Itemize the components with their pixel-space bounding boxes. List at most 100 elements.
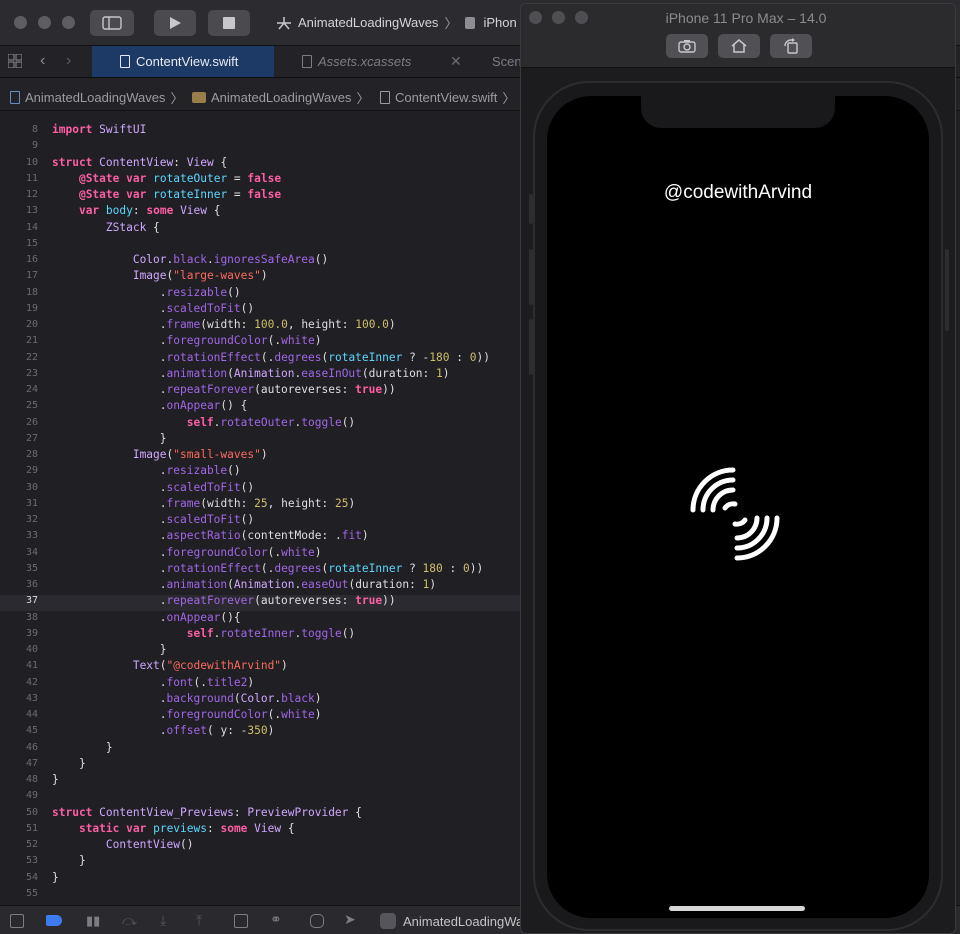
step-over-icon[interactable]: ⤼ — [122, 912, 137, 929]
line-number: 25 — [25, 400, 38, 412]
forward-arrow-icon[interactable]: › — [66, 52, 71, 70]
code-line[interactable]: .scaledToFit() — [52, 512, 254, 528]
run-button[interactable] — [154, 10, 196, 36]
close-window-button[interactable] — [14, 16, 27, 29]
line-number: 9 — [31, 140, 38, 152]
code-line[interactable]: ZStack { — [52, 220, 160, 236]
code-line[interactable]: import SwiftUI — [52, 122, 146, 138]
iphone-screen[interactable]: @codewithArvind — [547, 96, 929, 918]
location-icon[interactable]: ➤ — [344, 911, 356, 928]
code-line[interactable]: self.rotateOuter.toggle() — [52, 415, 355, 431]
code-line[interactable]: .scaledToFit() — [52, 301, 254, 317]
code-line[interactable]: self.rotateInner.toggle() — [52, 626, 355, 642]
line-number: 32 — [25, 514, 38, 525]
code-line[interactable]: } — [52, 772, 59, 788]
line-number: 45 — [25, 725, 38, 737]
line-number: 49 — [25, 790, 38, 802]
line-number: 15 — [25, 237, 38, 249]
simulator-title-bar: iPhone 11 Pro Max – 14.0 — [521, 4, 955, 68]
code-line[interactable]: struct ContentView_Previews: PreviewProv… — [52, 805, 362, 821]
grid-view-icon[interactable] — [7, 53, 23, 73]
code-line[interactable]: .repeatForever(autoreverses: true)) — [52, 382, 396, 398]
code-line[interactable]: ContentView() — [52, 837, 194, 853]
code-line[interactable]: } — [52, 853, 86, 869]
code-line[interactable]: .foregroundColor(.white) — [52, 545, 322, 561]
code-line[interactable]: .font(.title2) — [52, 675, 254, 691]
code-editor[interactable]: 8 9 10 11 12 13 14 15 16 17 18 19 20 21 22 23 24 25 26 27 28… — [0, 112, 528, 904]
back-arrow-icon[interactable]: ‹ — [40, 52, 45, 70]
stop-button[interactable] — [208, 10, 250, 36]
code-line[interactable]: } — [52, 870, 59, 886]
code-line[interactable]: .repeatForever(autoreverses: true)) — [52, 593, 396, 609]
tab-assets-xcassets[interactable]: Assets.xcassets — [274, 46, 440, 77]
close-tab-icon[interactable]: ✕ — [450, 53, 462, 70]
tab-contentview-swift[interactable]: ContentView.swift — [92, 46, 274, 77]
code-line[interactable]: } — [52, 642, 167, 658]
memory-graph-icon[interactable]: ⚭ — [270, 911, 282, 928]
code-line[interactable]: } — [52, 740, 113, 756]
home-indicator[interactable] — [669, 906, 805, 911]
pause-icon[interactable]: ▮▮ — [86, 913, 100, 929]
breadcrumb-project[interactable]: AnimatedLoadingWaves 〉 — [10, 88, 183, 107]
step-out-icon[interactable]: ⤒ — [196, 912, 202, 929]
code-line[interactable]: Text("@codewithArvind") — [52, 658, 288, 674]
navigator-toggle-button[interactable] — [90, 10, 134, 36]
code-line[interactable]: .rotationEffect(.degrees(rotateInner ? -… — [52, 350, 490, 366]
home-icon — [731, 39, 747, 53]
tab-label: Scen — [492, 54, 522, 69]
code-line[interactable]: .foregroundColor(.white) — [52, 707, 322, 723]
close-window-button[interactable] — [529, 11, 542, 24]
code-line[interactable]: .resizable() — [52, 463, 241, 479]
code-line[interactable]: .animation(Animation.easeInOut(duration:… — [52, 366, 450, 382]
view-hierarchy-icon[interactable] — [234, 914, 248, 928]
minimize-window-button[interactable] — [38, 16, 51, 29]
home-button[interactable] — [718, 34, 760, 58]
code-line[interactable]: static var previews: some View { — [52, 821, 295, 837]
code-line[interactable]: .frame(width: 25, height: 25) — [52, 496, 355, 512]
tab-scene[interactable]: Scen — [464, 46, 524, 77]
code-line[interactable]: struct ContentView: View { — [52, 155, 227, 171]
code-line[interactable]: .scaledToFit() — [52, 480, 254, 496]
breakpoints-icon[interactable] — [46, 915, 62, 926]
code-line[interactable]: Image("large-waves") — [52, 268, 268, 284]
environment-overrides-icon[interactable] — [310, 914, 324, 928]
line-number: 20 — [25, 319, 38, 330]
code-line[interactable]: Color.black.ignoresSafeArea() — [52, 252, 328, 268]
screenshot-button[interactable] — [666, 34, 708, 58]
line-number: 46 — [25, 741, 38, 753]
project-icon — [10, 91, 20, 104]
code-line[interactable]: .foregroundColor(.white) — [52, 333, 322, 349]
line-number: 35 — [25, 562, 38, 574]
code-line[interactable]: @State var rotateInner = false — [52, 187, 281, 203]
code-line[interactable]: @State var rotateOuter = false — [52, 171, 281, 187]
code-line[interactable]: .frame(width: 100.0, height: 100.0) — [52, 317, 396, 333]
code-line[interactable]: .onAppear(){ — [52, 610, 241, 626]
sidebar-icon — [102, 16, 122, 30]
code-line[interactable]: .offset( y: -350) — [52, 723, 275, 739]
code-line[interactable]: .rotationEffect(.degrees(rotateInner ? 1… — [52, 561, 483, 577]
code-line[interactable]: .background(Color.black) — [52, 691, 322, 707]
line-number: 48 — [25, 774, 38, 785]
code-line[interactable]: Image("small-waves") — [52, 447, 268, 463]
code-line[interactable]: .onAppear() { — [52, 398, 248, 414]
code-line[interactable]: } — [52, 431, 167, 447]
code-line[interactable]: } — [52, 756, 86, 772]
chevron-right-icon: 〉 — [502, 91, 516, 106]
step-in-icon[interactable]: ⤓ — [160, 912, 166, 929]
rotate-button[interactable] — [770, 34, 812, 58]
zoom-window-button[interactable] — [62, 16, 75, 29]
hide-debug-area-icon[interactable] — [10, 914, 24, 928]
chevron-right-icon: 〉 — [444, 16, 458, 31]
code-line[interactable]: var body: some View { — [52, 203, 221, 219]
code-line[interactable]: .aspectRatio(contentMode: .fit) — [52, 528, 369, 544]
zoom-window-button[interactable] — [575, 11, 588, 24]
line-number: 40 — [25, 644, 38, 655]
code-line[interactable]: .resizable() — [52, 285, 241, 301]
code-line[interactable]: .animation(Animation.easeOut(duration: 1… — [52, 577, 436, 593]
loading-waves-icon — [690, 467, 780, 561]
breadcrumb-group[interactable]: AnimatedLoadingWaves 〉 — [192, 88, 369, 107]
breadcrumb-file[interactable]: ContentView.swift 〉 P — [380, 88, 534, 107]
minimize-window-button[interactable] — [552, 11, 565, 24]
line-number: 37 — [25, 595, 38, 607]
scheme-selector[interactable]: AnimatedLoadingWaves 〉 iPhon — [276, 13, 517, 32]
